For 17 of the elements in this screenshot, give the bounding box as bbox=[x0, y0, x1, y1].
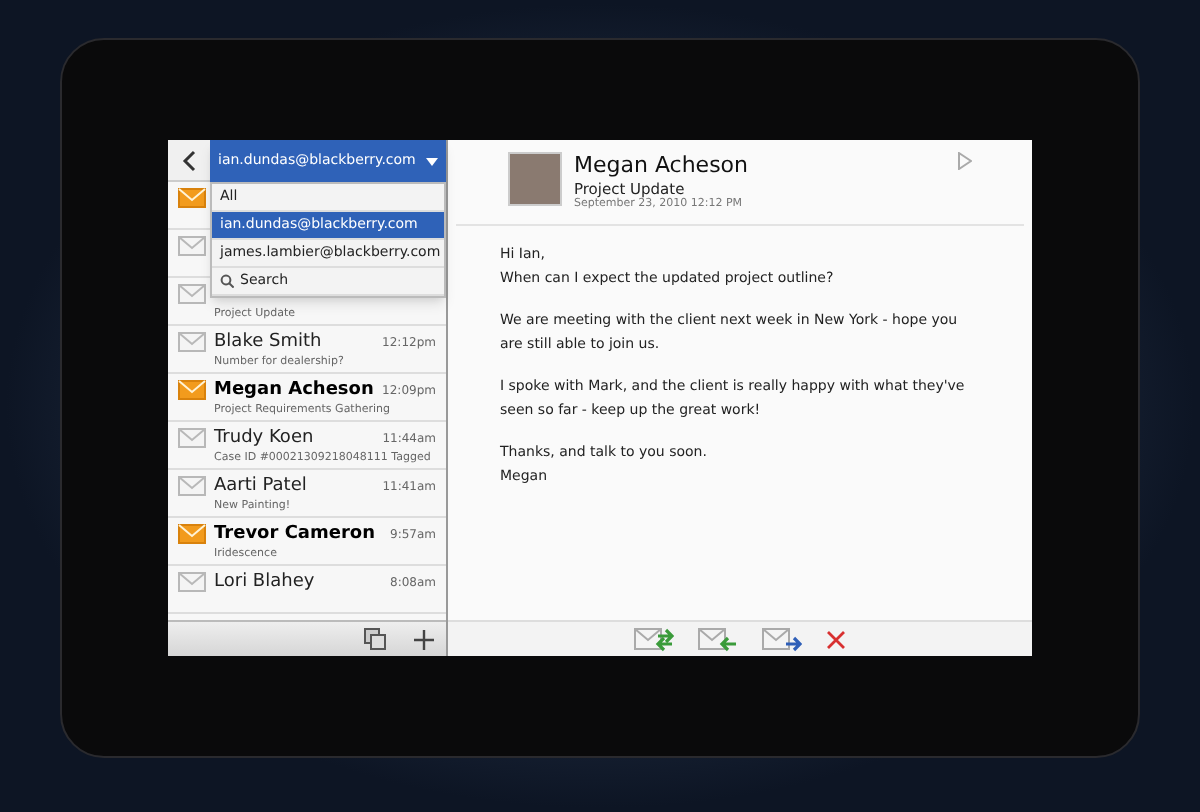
sender-name: Lori Blahey bbox=[214, 574, 315, 592]
caret-icon bbox=[426, 157, 438, 165]
plus-icon[interactable] bbox=[414, 629, 434, 649]
sender-name: Trevor Cameron bbox=[214, 526, 376, 544]
forward-icon[interactable] bbox=[762, 627, 802, 651]
search-icon bbox=[220, 274, 234, 288]
delete-icon[interactable] bbox=[826, 629, 846, 649]
email-sender: Megan Acheson bbox=[574, 152, 751, 180]
back-icon bbox=[181, 149, 195, 171]
sender-name: Trudy Koen bbox=[214, 430, 314, 448]
sender-name: Megan Acheson bbox=[214, 382, 374, 400]
avatar-placeholder bbox=[508, 152, 562, 206]
sender-name: Blake Smith bbox=[214, 334, 322, 352]
folders-icon[interactable] bbox=[364, 628, 386, 650]
reply-all-icon[interactable] bbox=[634, 627, 674, 651]
sender-name: Aarti Patel bbox=[214, 478, 307, 496]
reply-icon[interactable] bbox=[698, 627, 738, 651]
